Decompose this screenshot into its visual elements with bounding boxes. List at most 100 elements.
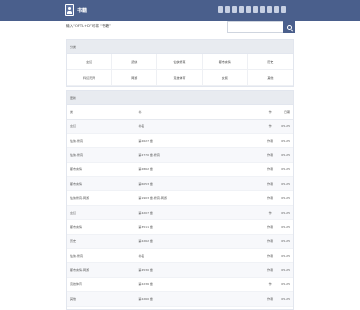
header-row: 输入“OFTL+D”可将 “书籍” (66, 21, 295, 36)
row-title-link[interactable]: 第4530 章 (138, 262, 264, 278)
table-row: 都市言情,网游 第4530 章作者 05-25 (67, 262, 293, 278)
row-date: 05-25 (277, 262, 293, 278)
category-link[interactable]: 武侠 (112, 54, 158, 70)
row-date: 05-25 (277, 133, 293, 149)
categories-grid: 玄幻 武侠 仙侠修真 都市言情 历史 科幻灵异 网游 竞技体育 女频 其他 (67, 54, 293, 86)
table-row: 都市言情 第6053 章作者 05-25 (67, 176, 293, 192)
row-category: 都市言情 (67, 162, 139, 178)
updates-table: 类 书 作 日期 玄幻 书名作 05-25 仙侠,修真 第2627 章作者 05-25 … (67, 105, 293, 307)
nav-link-9[interactable] (274, 6, 279, 13)
row-date: 05-25 (277, 277, 293, 293)
row-date: 05-25 (277, 162, 293, 178)
row-author: 作者 (263, 291, 278, 307)
updates-title: 更新 (67, 91, 293, 105)
column-header-category: 类 (67, 105, 139, 120)
row-author: 作者 (263, 248, 278, 264)
category-link[interactable]: 都市言情 (202, 54, 248, 70)
table-row: 仙侠修真,网游 第1903 章,修真,网游 作者 05-25 (67, 190, 293, 206)
nav-link-3[interactable] (232, 6, 237, 13)
row-category: 都市言情,网游 (67, 262, 139, 278)
row-author: 作者 (263, 147, 278, 163)
row-date: 05-25 (277, 248, 293, 264)
row-title-link[interactable]: 第2627 章 (138, 133, 264, 149)
category-link[interactable]: 女频 (202, 70, 248, 86)
row-category: 玄幻 (67, 119, 139, 134)
row-title-link[interactable]: 第2262 章 (138, 234, 264, 250)
search-button[interactable] (283, 21, 295, 33)
categories-title: 分类 (67, 40, 293, 54)
column-header-title: 书 (138, 105, 264, 120)
nav-link-4[interactable] (239, 6, 244, 13)
row-author: 作 (263, 119, 278, 134)
row-date: 05-25 (277, 291, 293, 307)
nav-link-2[interactable] (225, 6, 230, 13)
top-navbar: 书籍 (0, 0, 360, 21)
row-category: 其他 (67, 291, 139, 307)
table-row: 仙侠,修真 第2627 章作者 05-25 (67, 133, 293, 149)
row-title-link[interactable]: 第2862 章 (138, 162, 264, 178)
row-title-link[interactable]: 第3511 章 (138, 219, 264, 235)
book-logo-icon (65, 4, 74, 16)
row-category: 仙侠,修真 (67, 248, 139, 264)
row-author: 作者 (263, 219, 278, 235)
row-author: 作者 (263, 190, 278, 206)
nav-link-7[interactable] (260, 6, 265, 13)
search-icon (286, 24, 292, 30)
row-date: 05-25 (277, 234, 293, 250)
site-name: 书籍 (77, 7, 88, 14)
table-row: 玄幻 书名作 05-25 (67, 119, 293, 134)
site-brand[interactable]: 书籍 (65, 4, 87, 16)
row-title-link[interactable]: 第2236 章 (138, 277, 264, 293)
row-title-link[interactable]: 第6053 章 (138, 176, 264, 192)
row-title-link[interactable]: 第2260 章 (138, 291, 264, 307)
table-row: 竞技体育 第2236 章作 05-25 (67, 277, 293, 293)
search-bar (227, 21, 295, 33)
row-author: 作者 (263, 262, 278, 278)
bookmark-hint: 输入“OFTL+D”可将 “书籍” (66, 24, 111, 28)
table-row: 仙侠,修真 第2770 章,修真 作者 05-25 (67, 147, 293, 163)
column-header-author: 作 (263, 105, 278, 120)
updates-panel: 更新 类 书 作 日期 玄幻 书名作 05-25 仙侠,修真 第2627 章作者 05-… (66, 90, 294, 310)
nav-link-1[interactable] (218, 6, 223, 13)
row-category: 仙侠,修真 (67, 147, 139, 163)
row-title-link[interactable]: 第1903 章,修真,网游 (138, 190, 264, 206)
category-link[interactable]: 其他 (247, 70, 293, 86)
row-date: 05-25 (277, 219, 293, 235)
row-category: 历史 (67, 234, 139, 250)
row-title-link[interactable]: 第4207 章 (138, 205, 264, 221)
table-header-row: 类 书 作 日期 (67, 105, 293, 120)
row-author: 作者 (263, 176, 278, 192)
row-author: 作者 (263, 162, 278, 178)
row-title-link[interactable]: 书名 (138, 119, 264, 134)
category-link[interactable]: 网游 (112, 70, 158, 86)
row-category: 都市言情 (67, 219, 139, 235)
category-link[interactable]: 历史 (247, 54, 293, 70)
category-link[interactable]: 仙侠修真 (157, 54, 203, 70)
search-input[interactable] (227, 21, 283, 33)
row-author: 作 (263, 277, 278, 293)
table-row: 都市言情 第2862 章作者 05-25 (67, 162, 293, 178)
row-date: 05-25 (277, 147, 293, 163)
table-row: 其他 第2260 章作者 05-25 (67, 291, 293, 307)
nav-link-10[interactable] (281, 6, 286, 13)
row-category: 仙侠,修真 (67, 133, 139, 149)
row-title-link[interactable]: 书名 (138, 248, 264, 264)
row-author: 作者 (263, 133, 278, 149)
row-author: 作者 (263, 234, 278, 250)
nav-link-6[interactable] (253, 6, 258, 13)
table-row: 都市言情 第3511 章作者 05-25 (67, 219, 293, 235)
nav-link-5[interactable] (246, 6, 251, 13)
category-link[interactable]: 科幻灵异 (67, 70, 113, 86)
table-row: 玄幻 第4207 章作 05-25 (67, 205, 293, 221)
category-link[interactable]: 玄幻 (67, 54, 113, 70)
row-category: 都市言情 (67, 176, 139, 192)
row-date: 05-25 (277, 205, 293, 221)
category-link[interactable]: 竞技体育 (157, 70, 203, 86)
row-date: 05-25 (277, 176, 293, 192)
row-title-link[interactable]: 第2770 章,修真 (138, 147, 264, 163)
row-date: 05-25 (277, 119, 293, 134)
table-row: 仙侠,修真 书名 作者 05-25 (67, 248, 293, 264)
row-author: 作 (263, 205, 278, 221)
table-row: 历史 第2262 章作者 05-25 (67, 234, 293, 250)
nav-link-8[interactable] (267, 6, 272, 13)
